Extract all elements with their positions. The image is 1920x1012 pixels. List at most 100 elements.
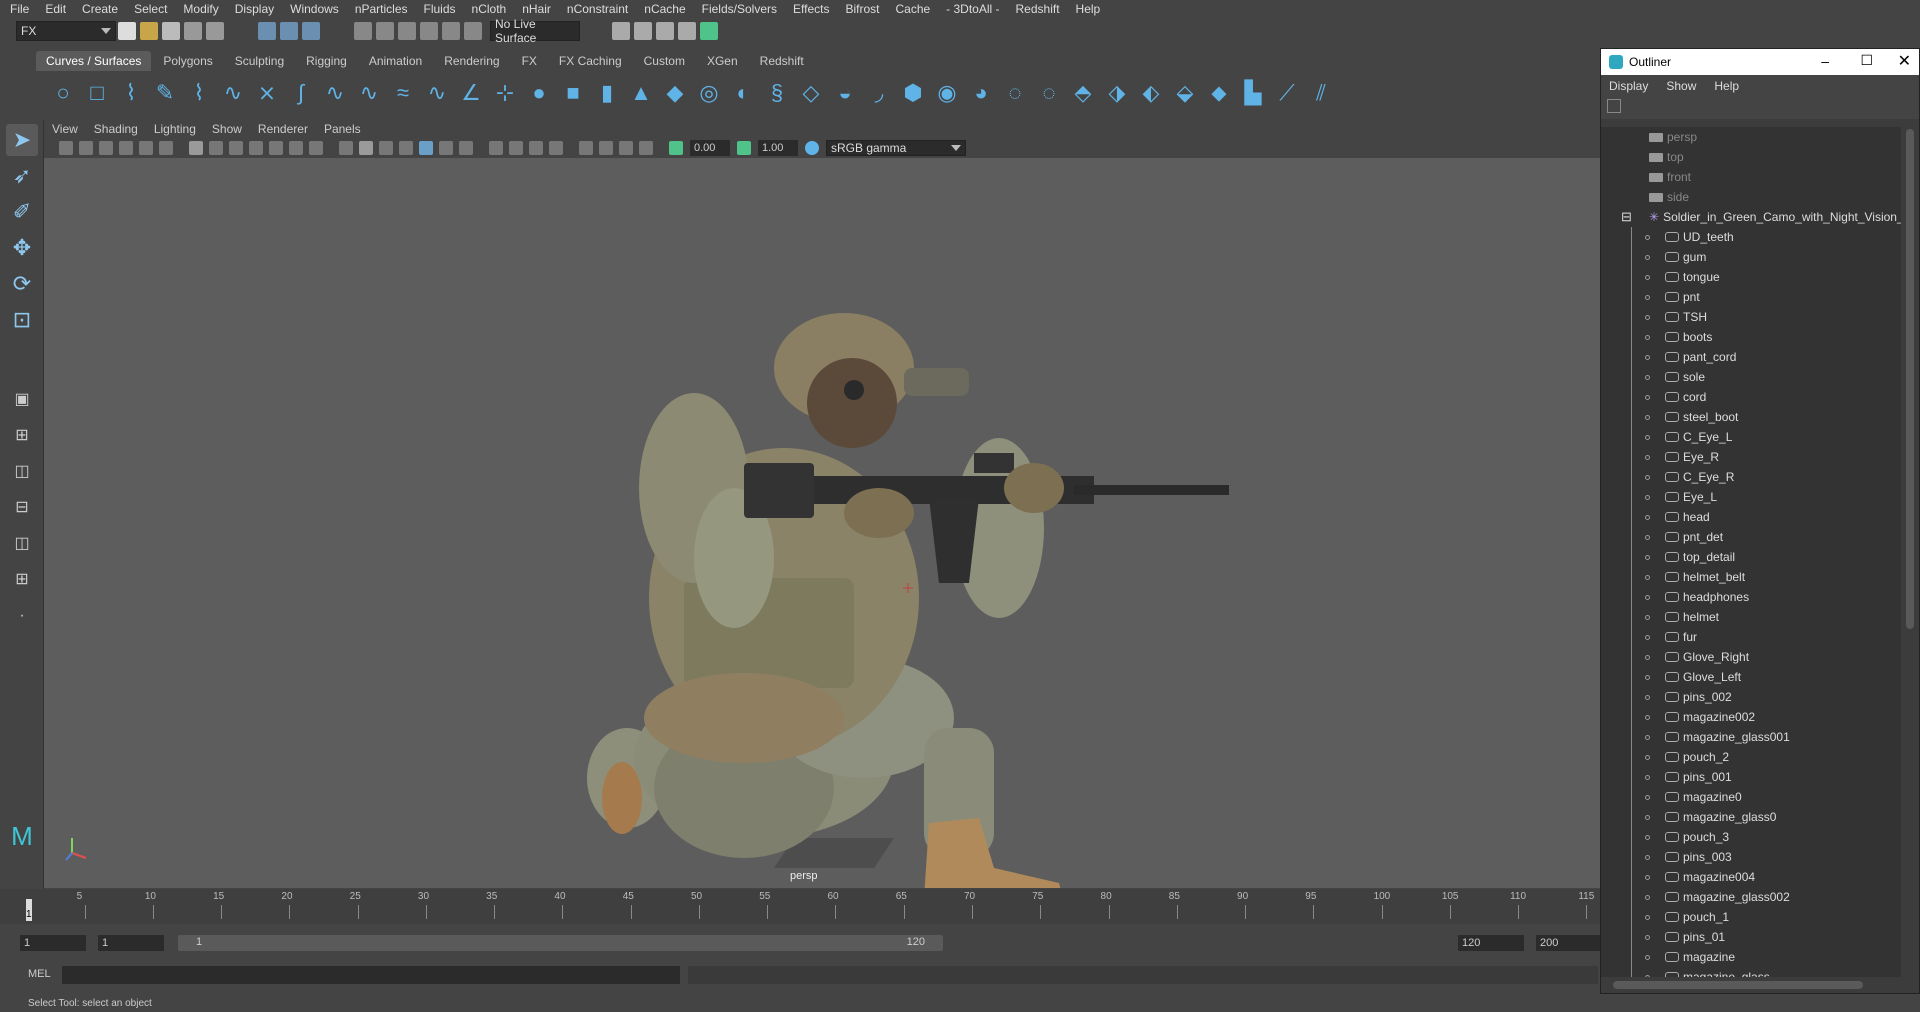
boundary-icon[interactable]: ⬢ [901, 81, 925, 105]
visibility-dot-icon[interactable] [1645, 635, 1650, 640]
menu-ncache[interactable]: nCache [638, 2, 695, 16]
paint-select-icon[interactable]: ✐ [6, 196, 38, 228]
visibility-dot-icon[interactable] [1645, 755, 1650, 760]
outliner-item-pouch_1[interactable]: pouch_1 [1601, 907, 1901, 927]
planar-icon[interactable]: ◇ [799, 81, 823, 105]
shelf-tab-rigging[interactable]: Rigging [296, 51, 357, 71]
menu-ncloth[interactable]: nCloth [466, 2, 517, 16]
outliner-item-pant_cord[interactable]: pant_cord [1601, 347, 1901, 367]
outliner-item-pnt[interactable]: pnt [1601, 287, 1901, 307]
nurbs-torus-icon[interactable]: ◎ [697, 81, 721, 105]
undo-icon[interactable] [184, 22, 202, 40]
menu-select[interactable]: Select [128, 2, 177, 16]
snap-view-icon[interactable] [420, 22, 438, 40]
select-object-icon[interactable] [280, 22, 298, 40]
panel-menu-shading[interactable]: Shading [94, 122, 138, 136]
menu-bifrost[interactable]: Bifrost [839, 2, 889, 16]
visibility-dot-icon[interactable] [1645, 915, 1650, 920]
anim-end-field[interactable]: 200 [1536, 935, 1602, 951]
curve-tool-icon[interactable]: ∫ [289, 81, 313, 105]
attach-surface-icon[interactable]: ⬖ [1139, 81, 1163, 105]
visibility-dot-icon[interactable] [1645, 295, 1650, 300]
loft-icon[interactable]: § [765, 81, 789, 105]
safe-action-icon[interactable] [289, 141, 303, 155]
visibility-dot-icon[interactable] [1645, 675, 1650, 680]
extrude-icon[interactable]: ◒ [833, 81, 857, 105]
outliner-item-magazine002[interactable]: magazine002 [1601, 707, 1901, 727]
film-gate-icon[interactable] [209, 141, 223, 155]
textured-icon[interactable] [419, 141, 433, 155]
screen-space-ao-icon[interactable] [489, 141, 503, 155]
shelf-tab-curves-surfaces[interactable]: Curves / Surfaces [36, 51, 152, 71]
persp-outliner-layout-icon[interactable]: ◫ [6, 528, 38, 560]
gamma-field[interactable]: 1.00 [758, 140, 798, 156]
outliner-menu-show[interactable]: Show [1666, 79, 1696, 93]
outliner-item-pouch_3[interactable]: pouch_3 [1601, 827, 1901, 847]
visibility-dot-icon[interactable] [1645, 555, 1650, 560]
camera-attributes-icon[interactable] [79, 141, 93, 155]
outliner-item-magazine_glass0[interactable]: magazine_glass0 [1601, 807, 1901, 827]
nurbs-square-icon[interactable]: □ [85, 81, 109, 105]
scrollbar-thumb[interactable] [1906, 129, 1914, 629]
close-icon[interactable]: ✕ [1898, 51, 1911, 71]
visibility-dot-icon[interactable] [1645, 415, 1650, 420]
outliner-item-pins_01[interactable]: pins_01 [1601, 927, 1901, 947]
resolution-gate-icon[interactable] [229, 141, 243, 155]
untrim-icon[interactable]: ⬗ [1105, 81, 1129, 105]
shelf-tab-xgen[interactable]: XGen [697, 51, 748, 71]
menu-3dtoall[interactable]: - 3DtoAll - [940, 2, 1009, 16]
outliner-persp-layout-icon[interactable]: ⊞ [6, 564, 38, 596]
visibility-dot-icon[interactable] [1645, 935, 1650, 940]
menu-redshift[interactable]: Redshift [1010, 2, 1070, 16]
rebuild-curve-icon[interactable]: ≈ [391, 81, 415, 105]
field-chart-icon[interactable] [269, 141, 283, 155]
search-filter-icon[interactable] [1607, 99, 1621, 113]
gamma-icon[interactable] [737, 141, 751, 155]
select-hierarchy-icon[interactable] [258, 22, 276, 40]
anti-aliasing-icon[interactable] [529, 141, 543, 155]
bezier-curve-icon[interactable]: ∿ [221, 81, 245, 105]
shelf-tab-redshift[interactable]: Redshift [750, 51, 814, 71]
new-scene-icon[interactable] [118, 22, 136, 40]
visibility-dot-icon[interactable] [1645, 435, 1650, 440]
visibility-dot-icon[interactable] [1645, 835, 1650, 840]
visibility-dot-icon[interactable] [1645, 815, 1650, 820]
outliner-item-magazine_glass002[interactable]: magazine_glass002 [1601, 887, 1901, 907]
motion-blur-icon[interactable] [509, 141, 523, 155]
outliner-item-tongue[interactable]: tongue [1601, 267, 1901, 287]
cv-curve-icon[interactable]: ⌇ [119, 81, 143, 105]
outliner-camera-side[interactable]: side [1601, 187, 1901, 207]
square-surface-icon[interactable]: ◉ [935, 81, 959, 105]
snap-curve-icon[interactable] [376, 22, 394, 40]
outliner-item-magazine[interactable]: magazine [1601, 947, 1901, 967]
extend-surface-icon[interactable]: ⫽ [1309, 81, 1333, 105]
viewport-persp[interactable] [44, 158, 1600, 888]
grease-pencil-icon[interactable] [159, 141, 173, 155]
outliner-item-boots[interactable]: boots [1601, 327, 1901, 347]
panel-menu-show[interactable]: Show [212, 122, 242, 136]
depth-of-field-icon[interactable] [549, 141, 563, 155]
outliner-item-pouch_2[interactable]: pouch_2 [1601, 747, 1901, 767]
shelf-tab-animation[interactable]: Animation [359, 51, 432, 71]
panel-menu-renderer[interactable]: Renderer [258, 122, 308, 136]
panel-menu-lighting[interactable]: Lighting [154, 122, 196, 136]
shelf-tab-custom[interactable]: Custom [634, 51, 695, 71]
safe-title-icon[interactable] [309, 141, 323, 155]
playback-start-field[interactable]: 1 [98, 935, 164, 951]
more-layouts-icon[interactable]: · [6, 600, 38, 632]
render-settings-icon[interactable] [656, 22, 674, 40]
nurbs-sphere-icon[interactable]: ● [527, 81, 551, 105]
outliner-item-gum[interactable]: gum [1601, 247, 1901, 267]
visibility-dot-icon[interactable] [1645, 395, 1650, 400]
anim-start-field[interactable]: 1 [20, 935, 86, 951]
lasso-tool-icon[interactable]: ➶ [6, 160, 38, 192]
select-component-icon[interactable] [302, 22, 320, 40]
range-slider-bar[interactable]: 1 120 [178, 935, 943, 951]
outliner-item-pins_001[interactable]: pins_001 [1601, 767, 1901, 787]
visibility-dot-icon[interactable] [1645, 895, 1650, 900]
default-material-icon[interactable] [379, 141, 393, 155]
project-curve-icon[interactable]: ◌ [1037, 81, 1061, 105]
visibility-dot-icon[interactable] [1645, 715, 1650, 720]
visibility-dot-icon[interactable] [1645, 735, 1650, 740]
open-close-icon[interactable]: ▙ [1241, 81, 1265, 105]
